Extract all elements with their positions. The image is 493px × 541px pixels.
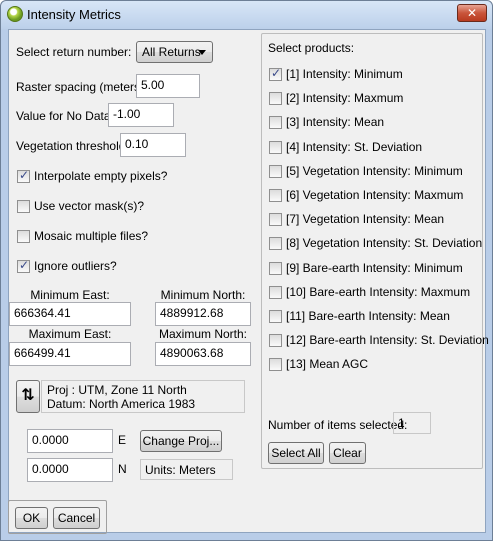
product-checkbox[interactable] [269,116,282,130]
app-icon [7,6,23,22]
close-button[interactable]: ✕ [457,4,487,22]
product-item[interactable]: [3] Intensity: Mean [268,115,480,131]
product-item[interactable]: [12] Bare-earth Intensity: St. Deviation [268,333,489,349]
dialog-window: Intensity Metrics ✕ Select return number… [0,0,493,541]
products-header: Select products: [268,41,355,55]
max-east-label: Maximum East: [28,327,112,341]
clear-button[interactable]: Clear [329,442,366,464]
projection-line: Proj : UTM, Zone 11 North [47,383,187,397]
datum-line: Datum: North America 1983 [47,397,196,411]
ignore-outliers-checkbox[interactable] [17,258,30,273]
product-item[interactable]: [4] Intensity: St. Deviation [268,140,480,156]
ignore-outliers-label: Ignore outliers? [34,259,117,273]
product-checkbox[interactable] [269,189,282,202]
items-selected-count: 1 [393,412,431,434]
nodata-label: Value for No Data: [16,109,114,123]
max-north-input[interactable]: 4890063.68 [155,342,251,366]
interpolate-checkbox-row[interactable]: Interpolate empty pixels? [16,168,216,185]
min-east-input[interactable]: 666364.41 [9,302,131,326]
window-title: Intensity Metrics [27,7,121,22]
east-offset-unit: E [118,433,127,447]
product-item[interactable]: [2] Intensity: Maxmum [268,91,480,107]
east-offset-input[interactable]: 0.0000 [27,429,113,453]
product-label: [12] Bare-earth Intensity: St. Deviation [286,333,489,348]
product-label: [13] Mean AGC [286,357,369,372]
product-item[interactable]: [7] Vegetation Intensity: Mean [268,212,480,228]
nodata-input[interactable]: -1.00 [108,103,174,127]
product-label: [11] Bare-earth Intensity: Mean [286,309,450,323]
min-north-label: Minimum North: [160,288,246,302]
vector-mask-checkbox-row[interactable]: Use vector mask(s)? [16,199,216,215]
product-label: [5] Vegetation Intensity: Minimum [286,163,463,178]
footer-button-group: OK Cancel [8,500,107,534]
raster-spacing-input[interactable]: 5.00 [136,74,200,98]
product-item[interactable]: [6] Vegetation Intensity: Maxmum [268,188,480,204]
product-item[interactable]: [8] Vegetation Intensity: St. Deviation [268,236,483,252]
product-checkbox[interactable] [269,213,282,227]
product-checkbox[interactable] [269,334,282,348]
product-checkbox[interactable] [269,66,282,81]
product-label: [6] Vegetation Intensity: Maxmum [286,188,464,202]
product-item[interactable]: [13] Mean AGC [268,357,480,373]
north-offset-input[interactable]: 0.0000 [27,458,113,482]
mosaic-label: Mosaic multiple files? [34,229,149,243]
product-item[interactable]: [9] Bare-earth Intensity: Minimum [268,261,480,277]
product-label: [3] Intensity: Mean [286,115,385,130]
product-checkbox[interactable] [269,261,282,275]
product-checkbox[interactable] [269,164,282,178]
product-label: [4] Intensity: St. Deviation [286,139,423,154]
product-item[interactable]: [1] Intensity: Minimum [268,66,480,83]
vegetation-threshold-label: Vegetation threshold: [16,139,129,153]
product-checkbox[interactable] [269,140,282,154]
dialog-client: Select return number: All Returns Raster… [8,29,489,534]
product-item[interactable]: [5] Vegetation Intensity: Minimum [268,164,480,180]
title-bar[interactable]: Intensity Metrics ✕ [1,1,492,29]
interpolate-label: Interpolate empty pixels? [34,169,168,183]
products-panel: Select products: [1] Intensity: Minimum [… [261,33,489,469]
product-label: [7] Vegetation Intensity: Mean [286,212,445,227]
raster-spacing-label: Raster spacing (meters): [16,80,148,94]
product-label: [9] Bare-earth Intensity: Minimum [286,260,463,275]
return-number-label: Select return number: [16,45,132,59]
product-label: [1] Intensity: Minimum [286,67,403,81]
select-all-button[interactable]: Select All [268,442,324,464]
return-number-select[interactable]: All Returns [136,41,213,63]
vector-mask-label: Use vector mask(s)? [34,199,145,213]
north-offset-unit: N [118,462,127,476]
units-label: Units: Meters [145,463,216,477]
product-label: [10] Bare-earth Intensity: Maxmum [286,284,471,299]
projection-info-box: Proj : UTM, Zone 11 North Datum: North A… [41,380,245,413]
product-checkbox[interactable] [269,358,282,372]
mosaic-checkbox-row[interactable]: Mosaic multiple files? [16,229,216,245]
swap-coordinates-button[interactable]: ⇅ [16,380,40,413]
ok-button[interactable]: OK [15,507,48,529]
min-east-label: Minimum East: [30,288,110,302]
product-item[interactable]: [11] Bare-earth Intensity: Mean [268,309,480,325]
ignore-outliers-checkbox-row[interactable]: Ignore outliers? [16,258,216,275]
change-projection-button[interactable]: Change Proj... [140,430,222,452]
swap-arrows-icon: ⇅ [21,387,35,404]
vegetation-threshold-input[interactable]: 0.10 [120,133,186,157]
interpolate-checkbox[interactable] [17,168,30,183]
return-number-value: All Returns [142,45,201,59]
max-north-label: Maximum North: [158,327,247,341]
cancel-button[interactable]: Cancel [53,507,100,529]
product-checkbox[interactable] [269,237,282,251]
min-north-input[interactable]: 4889912.68 [155,302,251,326]
max-east-input[interactable]: 666499.41 [9,342,131,366]
product-checkbox[interactable] [269,92,282,106]
product-label: [2] Intensity: Maxmum [286,91,404,106]
product-label: [8] Vegetation Intensity: St. Deviation [286,236,483,251]
vector-mask-checkbox[interactable] [17,200,30,213]
product-item[interactable]: [10] Bare-earth Intensity: Maxmum [268,285,480,301]
product-checkbox[interactable] [269,310,282,323]
units-box: Units: Meters [140,459,233,480]
mosaic-checkbox[interactable] [17,230,30,243]
product-checkbox[interactable] [269,285,282,299]
items-selected-label: Number of items selected: [268,418,408,432]
chevron-down-icon [198,50,206,55]
